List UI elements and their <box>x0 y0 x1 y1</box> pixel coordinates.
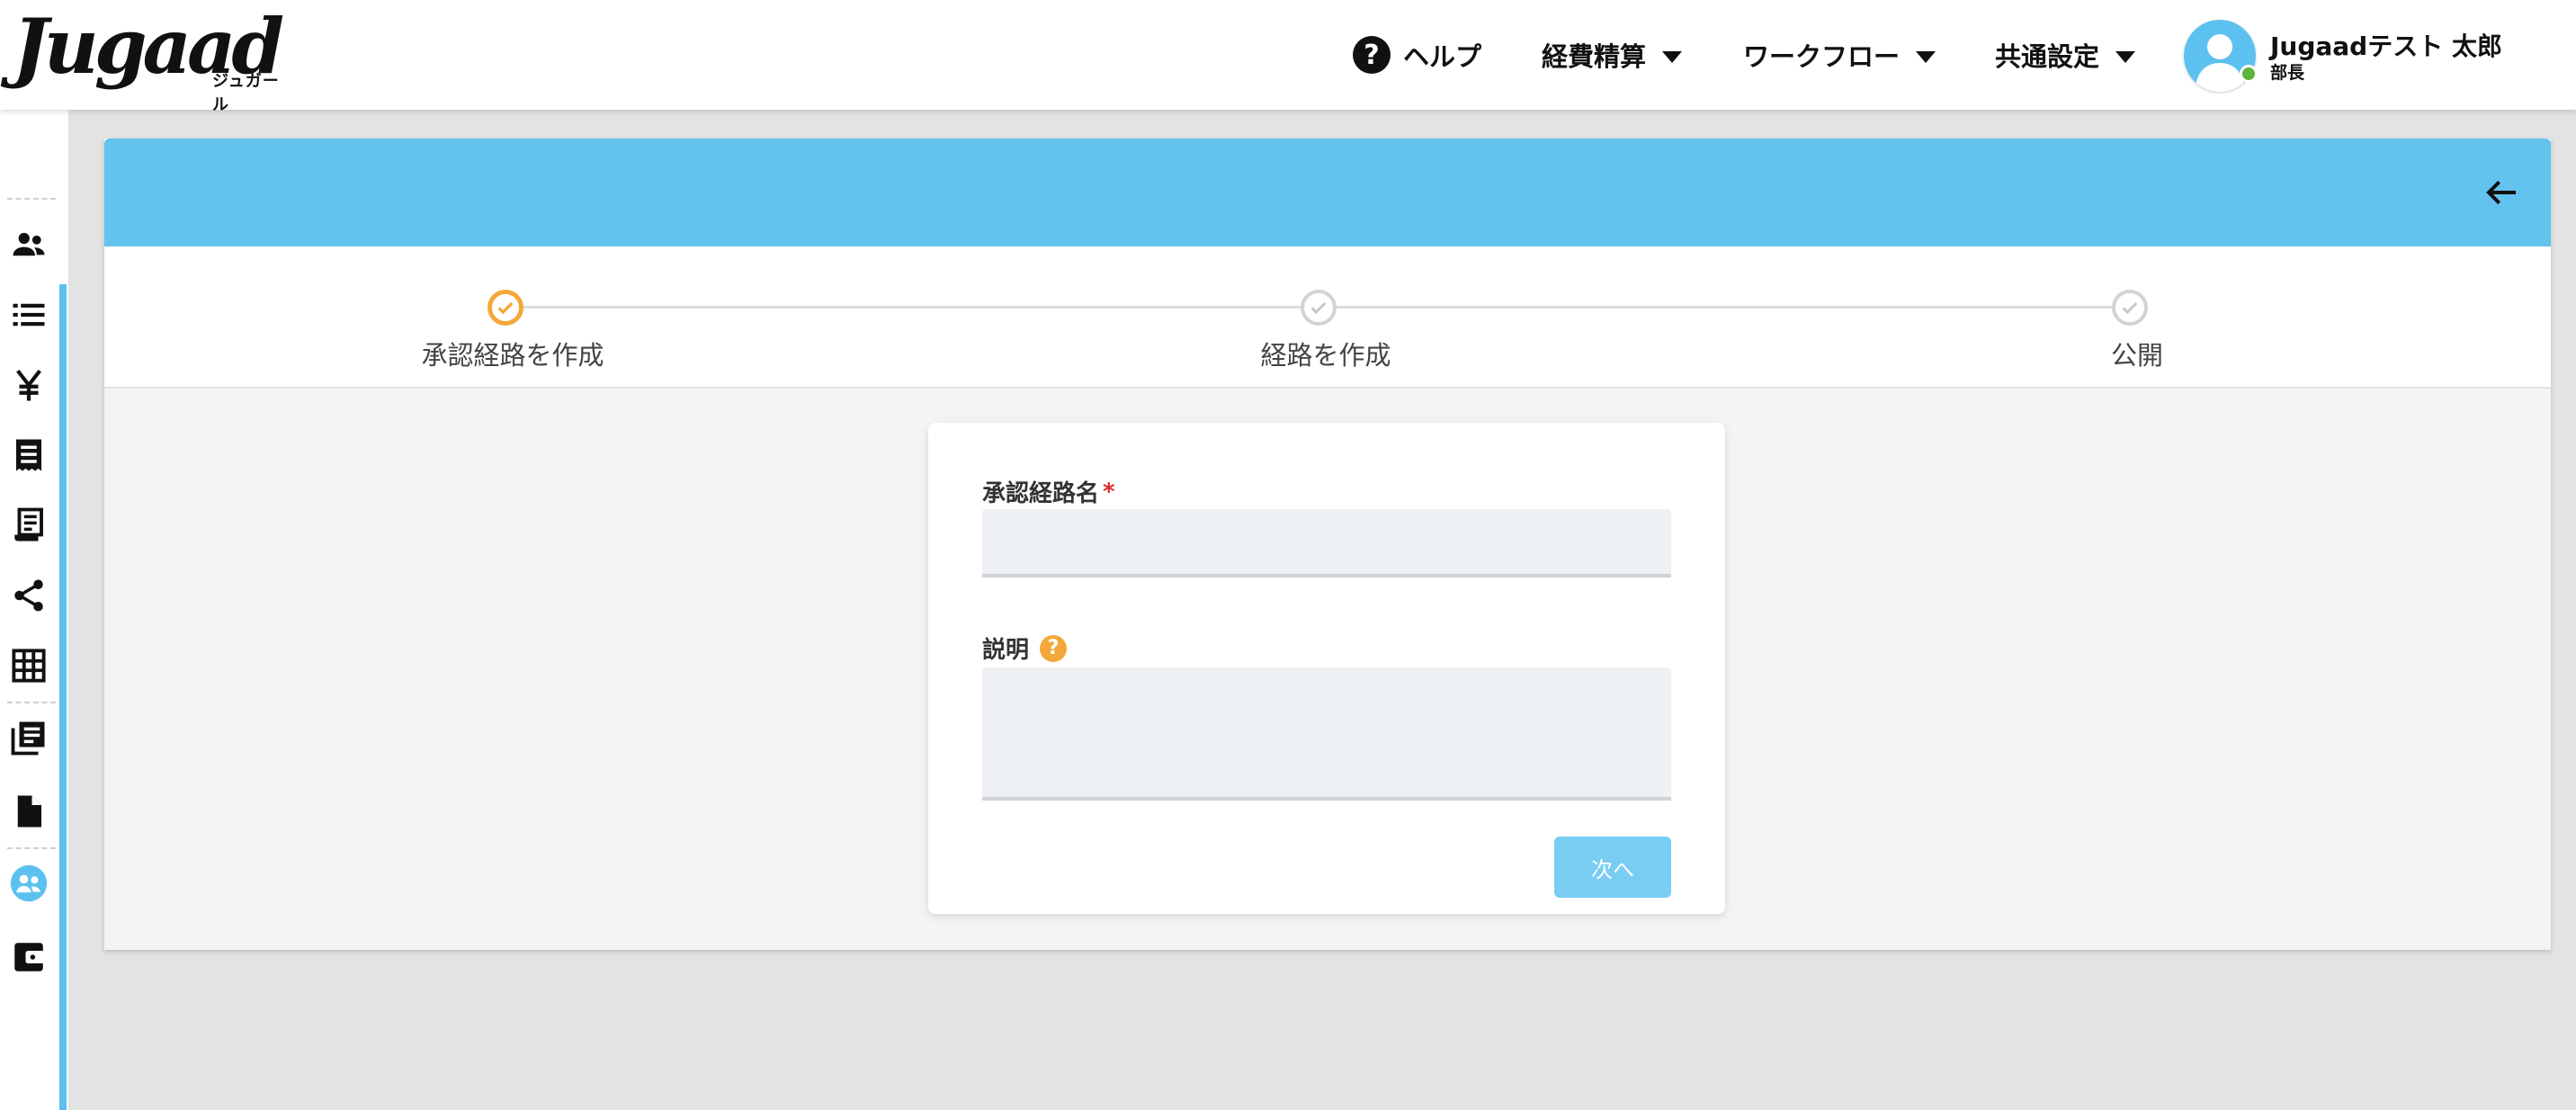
invoice-icon[interactable] <box>9 506 49 545</box>
main-card: 承認経路を作成 経路を作成 公開 承認経路名 * 説明 ? 次へ <box>104 139 2551 950</box>
menu-expense[interactable]: 経費精算 <box>1542 0 1683 110</box>
step-2-label: 経路を作成 <box>1260 340 1391 371</box>
route-name-label-text: 承認経路名 <box>982 480 1100 507</box>
check-icon <box>497 301 514 315</box>
menu-expense-label: 経費精算 <box>1542 41 1647 72</box>
wallet-icon[interactable] <box>9 937 49 977</box>
route-name-input[interactable] <box>982 509 1671 577</box>
description-label: 説明 ? <box>982 631 1068 665</box>
route-form: 承認経路名 * 説明 ? 次へ <box>928 423 1725 914</box>
group-icon[interactable] <box>9 864 49 903</box>
app-logo[interactable]: Jugaad ジュガール <box>13 5 291 115</box>
user-name: Jugaadテスト 太郎 <box>2270 31 2502 61</box>
menu-settings-label: 共通設定 <box>1995 41 2100 72</box>
help-icon: ? <box>1353 36 1391 74</box>
online-status-dot <box>2240 65 2258 83</box>
help-link[interactable]: ? ヘルプ <box>1353 0 1481 110</box>
library-icon[interactable] <box>9 718 49 757</box>
menu-settings[interactable]: 共通設定 <box>1995 0 2136 110</box>
sidebar-active-indicator <box>59 284 67 1110</box>
back-button[interactable] <box>2481 171 2524 214</box>
arrow-left-icon <box>2486 180 2516 205</box>
step-3-label: 公開 <box>2110 340 2164 371</box>
share-icon[interactable] <box>9 576 49 615</box>
menu-workflow[interactable]: ワークフロー <box>1743 0 1936 110</box>
check-icon <box>2122 301 2138 315</box>
stepper: 承認経路を作成 経路を作成 公開 <box>104 246 2551 389</box>
description-textarea[interactable] <box>982 667 1671 801</box>
next-button[interactable]: 次へ <box>1554 837 1671 898</box>
sidebar <box>0 110 68 1110</box>
document-icon[interactable] <box>9 792 49 831</box>
step-2-indicator <box>1301 290 1337 326</box>
people-icon[interactable] <box>9 225 49 264</box>
sidebar-divider <box>7 702 56 703</box>
required-mark: * <box>1103 478 1115 506</box>
chevron-down-icon <box>2115 50 2136 63</box>
card-header <box>104 139 2551 246</box>
user-role: 部長 <box>2270 63 2305 83</box>
chevron-down-icon <box>1916 50 1936 63</box>
step-3-indicator <box>2112 290 2148 326</box>
help-circle-icon[interactable]: ? <box>1040 634 1068 662</box>
description-label-text: 説明 <box>982 637 1030 664</box>
route-name-label: 承認経路名 * <box>982 475 1115 508</box>
sidebar-divider <box>7 847 56 849</box>
sidebar-divider <box>7 198 56 200</box>
top-header: Jugaad ジュガール ? ヘルプ 経費精算 ワークフロー 共通設定 Juga… <box>0 0 2576 115</box>
receipt-icon[interactable] <box>9 435 49 475</box>
step-1-indicator <box>487 290 523 326</box>
help-label: ヘルプ <box>1403 41 1482 72</box>
step-1-label: 承認経路を作成 <box>421 340 604 371</box>
list-icon[interactable] <box>9 295 49 335</box>
yen-icon[interactable] <box>9 365 49 405</box>
check-icon <box>1310 301 1327 315</box>
grid-icon[interactable] <box>9 646 49 685</box>
chevron-down-icon <box>1662 50 1683 63</box>
menu-workflow-label: ワークフロー <box>1743 41 1901 72</box>
user-menu[interactable]: Jugaadテスト 太郎 <box>2270 27 2517 63</box>
logo-subtitle: ジュガール <box>212 72 280 114</box>
